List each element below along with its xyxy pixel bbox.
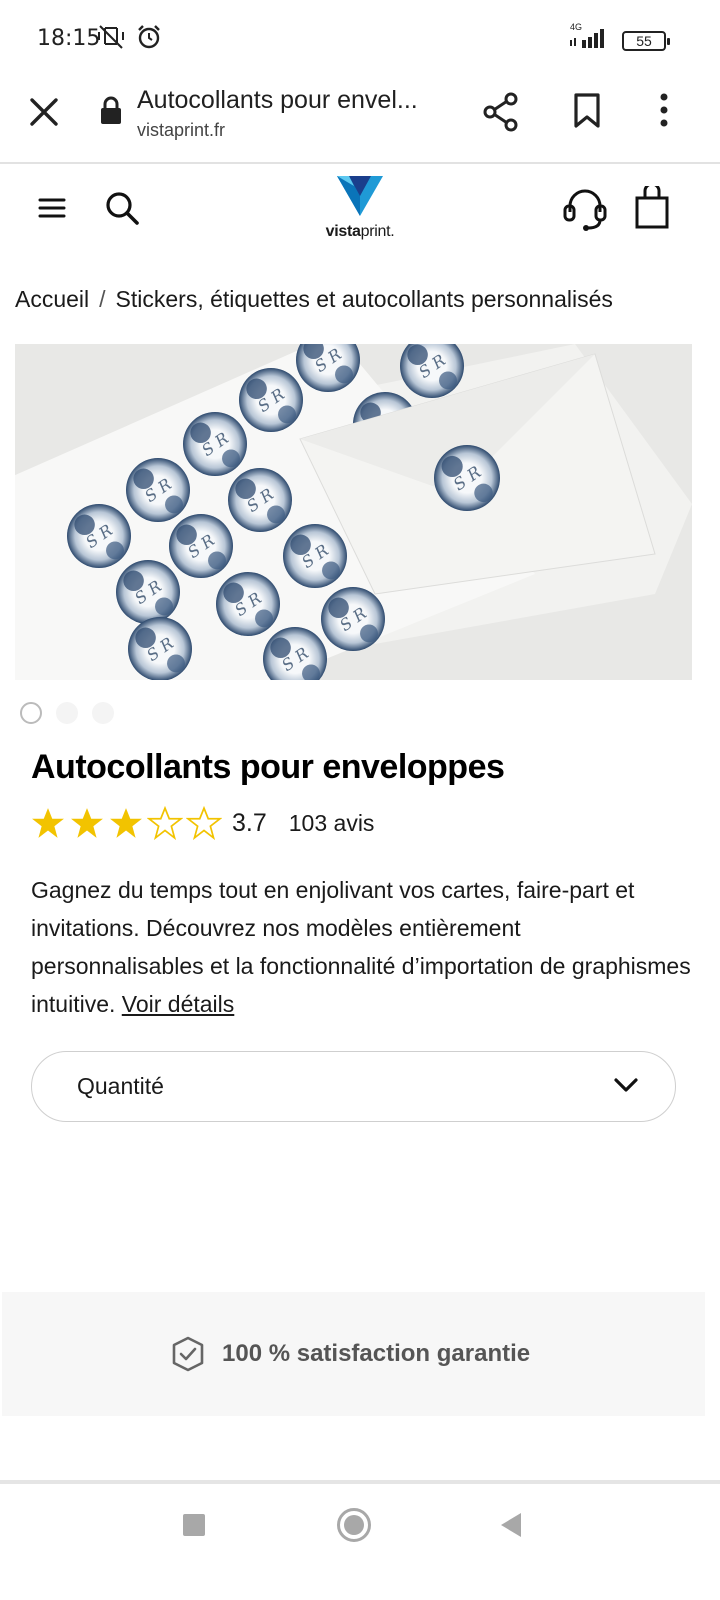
bookmark-button[interactable]	[572, 92, 602, 135]
sticker-graphic: S R	[126, 458, 190, 522]
headset-icon	[563, 189, 607, 231]
carousel-dot[interactable]	[20, 702, 42, 724]
bookmark-icon	[574, 93, 600, 128]
search-button[interactable]	[104, 190, 140, 231]
site-header: vistaprint.	[0, 166, 720, 256]
signal-icon: 4G	[568, 22, 612, 55]
product-image[interactable]: S RS RS RS RS RS RS RS RS RS RS RS RS RS…	[15, 344, 692, 680]
sticker-graphic: S R	[67, 504, 131, 568]
home-button[interactable]	[337, 1508, 371, 1542]
page-url[interactable]: vistaprint.fr	[137, 120, 225, 141]
status-bar: 18:15 4G 55	[0, 0, 720, 80]
close-tab-button[interactable]	[24, 92, 64, 132]
breadcrumb-separator: /	[99, 286, 106, 312]
vistaprint-logo-text: vistaprint.	[325, 223, 395, 240]
vistaprint-logo-mark	[337, 176, 383, 216]
status-system-icons: 4G 55	[568, 22, 670, 55]
star-filled-icon	[32, 808, 64, 838]
breadcrumb-category[interactable]: Stickers, étiquettes et autocollants per…	[116, 286, 613, 312]
breadcrumb: Accueil / Stickers, étiquettes et autocoll…	[15, 286, 720, 313]
quantity-select[interactable]: Quantité	[31, 1051, 676, 1122]
quantity-label: Quantité	[77, 1073, 164, 1099]
sticker-graphic: S R	[128, 617, 192, 680]
lock-icon	[101, 96, 121, 124]
see-details-link[interactable]: Voir détails	[122, 991, 235, 1017]
customer-support-button[interactable]	[562, 188, 608, 237]
system-navigation-bar	[0, 1484, 720, 1600]
battery-indicator: 55	[622, 30, 670, 51]
product-rating[interactable]: 3.7 103 avis	[30, 806, 374, 840]
review-count-link[interactable]: 103 avis	[289, 810, 375, 837]
sticker-graphic: S R	[169, 514, 233, 578]
sticker-graphic: S R	[183, 412, 247, 476]
chevron-down-icon	[614, 1078, 638, 1092]
network-type: 4G	[570, 22, 583, 32]
menu-button[interactable]	[38, 196, 66, 225]
breadcrumb-home[interactable]: Accueil	[15, 286, 89, 312]
alarm-icon	[138, 25, 160, 49]
star-filled-icon	[71, 808, 103, 838]
sticker-graphic: S R	[228, 468, 292, 532]
share-button[interactable]	[482, 92, 520, 137]
vibrate-off-icon	[98, 25, 124, 49]
more-vert-icon	[660, 93, 668, 127]
carousel-dot[interactable]	[56, 702, 78, 724]
sticker-graphic: S R	[283, 524, 347, 588]
carousel-indicators	[20, 702, 114, 724]
sticker-graphic: S R	[116, 560, 180, 624]
star-filled-icon	[110, 808, 142, 838]
sticker-graphic: S R	[239, 368, 303, 432]
more-options-button[interactable]	[652, 92, 676, 137]
cart-button[interactable]	[634, 182, 670, 235]
rating-stars	[30, 806, 222, 840]
share-icon	[483, 92, 518, 132]
satisfaction-guarantee-banner: 100 % satisfaction garantie	[2, 1292, 705, 1416]
rating-value: 3.7	[232, 808, 267, 837]
star-empty-icon	[147, 806, 183, 840]
product-photo: S RS RS RS RS RS RS RS RS RS RS RS RS RS…	[15, 344, 692, 680]
star-empty-icon	[186, 806, 222, 840]
guarantee-text: 100 % satisfaction garantie	[222, 1340, 531, 1367]
sticker-graphic: S R	[434, 445, 500, 511]
carousel-dot[interactable]	[92, 702, 114, 724]
sticker-graphic: S R	[216, 572, 280, 636]
vistaprint-logo[interactable]: vistaprint.	[310, 176, 410, 241]
shield-check-icon	[172, 1336, 204, 1372]
page-title[interactable]: Autocollants pour envel...	[137, 86, 437, 115]
hamburger-icon	[38, 198, 66, 218]
status-notification-icons	[96, 24, 162, 50]
browser-toolbar: Autocollants pour envel... vistaprint.fr	[0, 80, 720, 164]
status-time: 18:15	[37, 26, 101, 51]
recent-apps-button[interactable]	[183, 1514, 205, 1536]
search-icon	[106, 192, 139, 225]
product-description: Gagnez du temps tout en enjolivant vos c…	[31, 871, 691, 1023]
back-button[interactable]	[499, 1512, 523, 1538]
sticker-graphic: S R	[321, 587, 385, 651]
product-title: Autocollants pour enveloppes	[31, 748, 505, 786]
close-icon	[30, 98, 58, 126]
shopping-bag-icon	[635, 182, 669, 229]
